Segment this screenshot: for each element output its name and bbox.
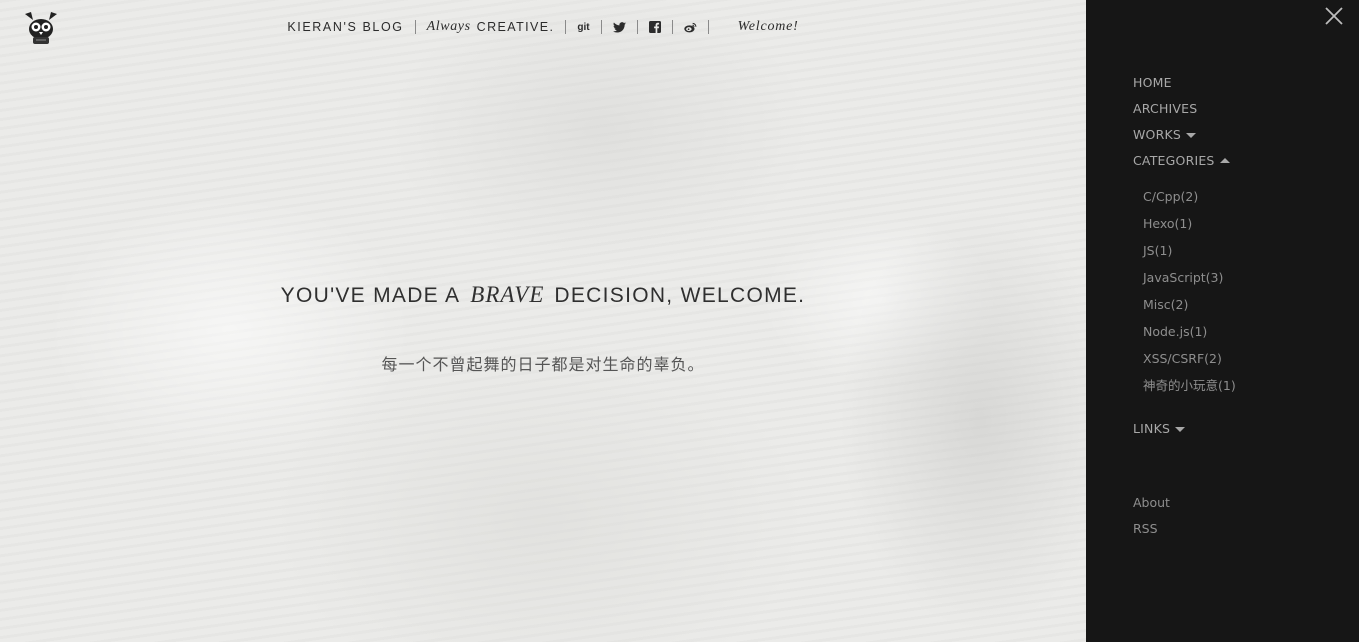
category-link[interactable]: C/Cpp(2) xyxy=(1143,188,1236,215)
tagline-italic: Always xyxy=(426,19,471,34)
top-nav: KIERAN'S BLOG Always CREATIVE. git Welco… xyxy=(0,16,1086,38)
headline-emphasis: BRAVE xyxy=(470,282,545,307)
sidebar-menu: HOME ARCHIVES WORKS CATEGORIES C/Cpp(2) … xyxy=(1086,0,1359,642)
sidebar-item-label[interactable]: HOME xyxy=(1133,74,1172,92)
caret-down-icon[interactable] xyxy=(1186,133,1197,138)
sidebar-item-label[interactable]: LINKS xyxy=(1133,420,1170,438)
categories-list: C/Cpp(2) Hexo(1) JS(1) JavaScript(3) Mis… xyxy=(1143,188,1236,404)
brand-link[interactable]: KIERAN'S BLOG xyxy=(276,19,414,35)
weibo-icon[interactable] xyxy=(683,22,697,33)
close-icon[interactable] xyxy=(1325,7,1343,25)
brand-title[interactable]: KIERAN'S BLOG xyxy=(287,20,403,34)
sidebar-item-links[interactable]: LINKS xyxy=(1133,420,1186,446)
category-link[interactable]: Node.js(1) xyxy=(1143,323,1236,350)
sidebar-nav: HOME ARCHIVES WORKS CATEGORIES xyxy=(1133,74,1230,178)
git-icon[interactable]: git xyxy=(577,22,589,33)
facebook-link[interactable] xyxy=(638,19,672,35)
git-link[interactable]: git xyxy=(566,19,600,35)
sidebar-item-home[interactable]: HOME xyxy=(1133,74,1230,100)
footer-links: About RSS xyxy=(1133,494,1170,546)
rss-link[interactable]: RSS xyxy=(1133,520,1170,546)
hero-quote: 每一个不曾起舞的日子都是对生命的辜负。 xyxy=(381,355,705,374)
headline-end: DECISION, WELCOME. xyxy=(554,284,806,307)
category-link[interactable]: Hexo(1) xyxy=(1143,215,1236,242)
caret-up-icon[interactable] xyxy=(1219,158,1230,163)
sidebar-item-archives[interactable]: ARCHIVES xyxy=(1133,100,1230,126)
twitter-icon[interactable] xyxy=(612,21,626,33)
tagline: Always CREATIVE. xyxy=(416,19,566,35)
sidebar-item-works[interactable]: WORKS xyxy=(1133,126,1230,152)
hero-background-image xyxy=(0,0,1086,642)
category-link[interactable]: 神奇的小玩意(1) xyxy=(1143,377,1236,404)
weibo-link[interactable] xyxy=(673,19,708,35)
sidebar-item-label[interactable]: CATEGORIES xyxy=(1133,152,1215,170)
category-link[interactable]: XSS/CSRF(2) xyxy=(1143,350,1236,377)
hero-headline: YOU'VE MADE A BRAVE DECISION, WELCOME. xyxy=(0,282,1086,308)
category-link[interactable]: JS(1) xyxy=(1143,242,1236,269)
sidebar-item-label[interactable]: ARCHIVES xyxy=(1133,100,1197,118)
caret-down-icon[interactable] xyxy=(1175,427,1186,432)
facebook-icon[interactable] xyxy=(648,21,661,33)
sidebar-item-label[interactable]: WORKS xyxy=(1133,126,1181,144)
sidebar-item-categories[interactable]: CATEGORIES xyxy=(1133,152,1230,178)
twitter-link[interactable] xyxy=(602,19,637,35)
category-link[interactable]: Misc(2) xyxy=(1143,296,1236,323)
welcome-text: Welcome! xyxy=(737,19,799,34)
about-link[interactable]: About xyxy=(1133,494,1170,520)
headline-start: YOU'VE MADE A xyxy=(280,284,461,307)
welcome-text-wrap: Welcome! xyxy=(709,19,810,35)
tagline-caps: CREATIVE. xyxy=(476,20,555,34)
category-link[interactable]: JavaScript(3) xyxy=(1143,269,1236,296)
links-section: LINKS xyxy=(1133,420,1186,446)
